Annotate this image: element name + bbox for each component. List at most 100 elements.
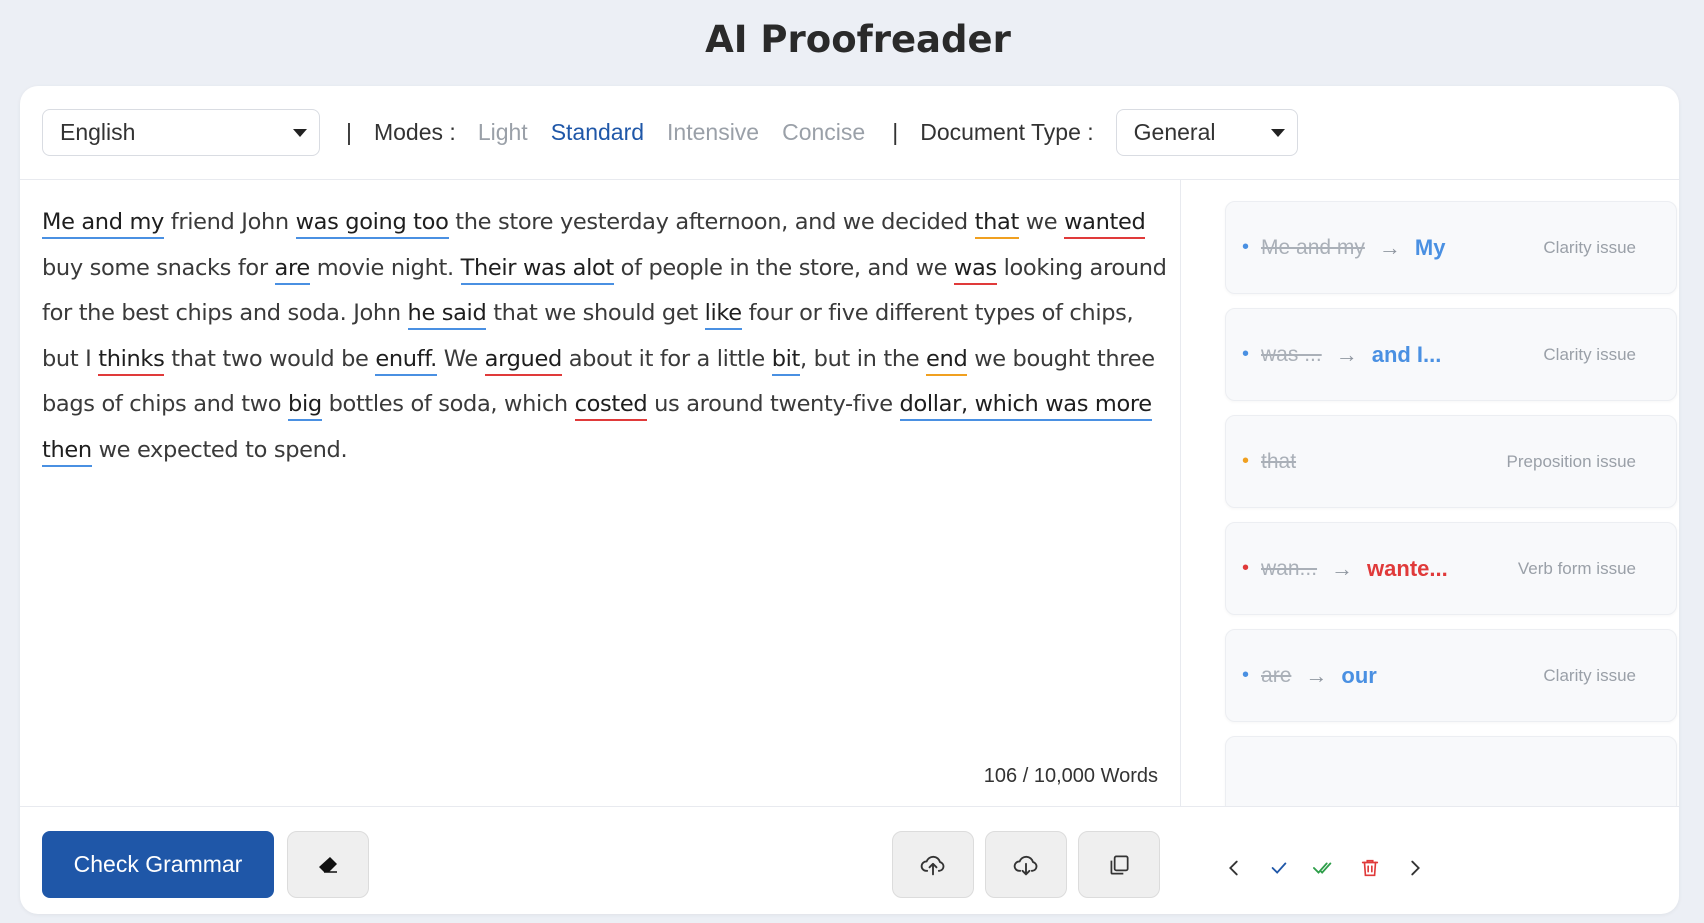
suggestion-issue-type: Clarity issue bbox=[1543, 237, 1636, 257]
mode-light[interactable]: Light bbox=[478, 119, 528, 146]
copy-icon bbox=[1110, 854, 1129, 875]
flagged-phrase[interactable]: bit bbox=[771, 345, 800, 376]
flagged-phrase[interactable]: Their was alot bbox=[460, 254, 614, 285]
chevron-down-icon bbox=[1270, 128, 1285, 137]
text-run: about it for a little bbox=[561, 345, 772, 372]
chevron-right-icon bbox=[1411, 860, 1420, 876]
text-run: that we should get bbox=[486, 300, 705, 326]
language-value: English bbox=[60, 119, 136, 145]
suggestions-panel: • Me and my → My Clarity issue • was ... → and I… bbox=[1181, 180, 1679, 806]
toolbar-separator: | bbox=[892, 119, 899, 145]
text-run: movie night. bbox=[309, 254, 461, 281]
flagged-phrase[interactable]: that bbox=[974, 209, 1019, 239]
arrow-right-icon: → bbox=[1331, 555, 1354, 581]
text-run: we expected to spend. bbox=[91, 436, 348, 463]
text-run: us around twenty-five bbox=[647, 391, 900, 417]
chevron-left-icon bbox=[1229, 860, 1238, 876]
text-run: buy some snacks for bbox=[42, 254, 275, 281]
text-run: , but in the bbox=[800, 345, 927, 372]
previous-suggestion-button[interactable] bbox=[1221, 855, 1247, 881]
suggestion-issue-type: Preposition issue bbox=[1506, 451, 1636, 471]
modes-label: Modes : bbox=[373, 119, 456, 145]
suggestion-original: was ... bbox=[1261, 342, 1322, 366]
mode-standard[interactable]: Standard bbox=[551, 119, 644, 146]
upload-button[interactable] bbox=[892, 831, 974, 898]
cloud-download-icon bbox=[1013, 855, 1038, 875]
suggestion-bullet: • bbox=[1242, 664, 1250, 686]
suggestion-bullet: • bbox=[1242, 343, 1250, 365]
text-run: We bbox=[436, 345, 485, 372]
word-count: 106 / 10,000 Words bbox=[983, 765, 1158, 787]
flagged-phrase[interactable]: was going too bbox=[295, 209, 449, 239]
download-button[interactable] bbox=[985, 831, 1067, 898]
suggestion-issue-type: Clarity issue bbox=[1543, 344, 1636, 364]
chevron-down-icon bbox=[293, 128, 307, 137]
flagged-phrase[interactable]: was bbox=[953, 254, 997, 285]
proofreader-card: English | Modes : Light Standard Intensi… bbox=[20, 86, 1679, 914]
check-grammar-button[interactable]: Check Grammar bbox=[42, 831, 274, 898]
footer-bar: Check Grammar bbox=[20, 806, 1679, 914]
text-run: the store yesterday afternoon, and we de… bbox=[448, 209, 975, 235]
arrow-right-icon: → bbox=[1335, 341, 1358, 367]
suggestion-original: are bbox=[1261, 663, 1292, 687]
page-title: AI Proofreader bbox=[705, 18, 1011, 61]
flagged-phrase[interactable]: end bbox=[926, 345, 968, 376]
suggestion-fix: and I... bbox=[1371, 341, 1442, 367]
text-run: friend John bbox=[163, 209, 296, 235]
arrow-right-icon: → bbox=[1305, 662, 1328, 688]
document-type-select[interactable]: General bbox=[1115, 109, 1298, 156]
flagged-phrase[interactable]: costed bbox=[574, 391, 648, 421]
mode-concise[interactable]: Concise bbox=[782, 119, 865, 146]
editor-panel: Me and my friend John was going too the … bbox=[20, 180, 1181, 806]
toolbar-separator: | bbox=[346, 119, 352, 145]
arrow-right-icon: → bbox=[1378, 234, 1401, 260]
suggestion-bullet: • bbox=[1242, 236, 1250, 258]
suggestion-fix: our bbox=[1341, 662, 1377, 688]
toolbar: English | Modes : Light Standard Intensi… bbox=[20, 86, 1679, 180]
check-icon bbox=[1271, 862, 1287, 874]
double-check-icon bbox=[1313, 862, 1332, 874]
text-run: that two would be bbox=[164, 345, 376, 372]
flagged-phrase[interactable]: thinks bbox=[98, 345, 165, 376]
flagged-phrase[interactable]: like bbox=[704, 300, 742, 330]
accept-suggestion-button[interactable] bbox=[1266, 855, 1292, 881]
eraser-icon bbox=[319, 856, 337, 873]
next-suggestion-button[interactable] bbox=[1402, 855, 1428, 881]
text-run: bottles of soda, which bbox=[321, 391, 575, 417]
language-select[interactable]: English bbox=[42, 109, 320, 156]
suggestion-card[interactable] bbox=[1225, 736, 1677, 806]
suggestion-card[interactable]: • was ... → and I... Clarity issue bbox=[1225, 308, 1677, 401]
flagged-phrase[interactable]: he said bbox=[407, 300, 487, 330]
suggestion-card[interactable]: • are → our Clarity issue bbox=[1225, 629, 1677, 722]
suggestion-card[interactable]: • that Preposition issue bbox=[1225, 415, 1677, 508]
text-run: of people in the store, and we bbox=[613, 254, 954, 281]
suggestion-original: wan... bbox=[1261, 556, 1318, 580]
flagged-phrase[interactable]: wanted bbox=[1064, 209, 1146, 239]
flagged-phrase[interactable]: are bbox=[274, 254, 310, 285]
editor-text[interactable]: Me and my friend John was going too the … bbox=[42, 200, 1172, 473]
document-type-label: Document Type : bbox=[920, 119, 1094, 145]
mode-intensive[interactable]: Intensive bbox=[667, 119, 759, 146]
flagged-phrase[interactable]: big bbox=[288, 391, 322, 421]
cloud-upload-icon bbox=[920, 855, 945, 875]
dismiss-suggestion-button[interactable] bbox=[1357, 855, 1383, 881]
document-type-value: General bbox=[1133, 119, 1216, 145]
suggestion-card[interactable]: • Me and my → My Clarity issue bbox=[1225, 201, 1677, 294]
copy-button[interactable] bbox=[1078, 831, 1160, 898]
suggestion-issue-type: Verb form issue bbox=[1517, 558, 1636, 578]
trash-icon bbox=[1361, 859, 1379, 877]
suggestion-fix: wante... bbox=[1367, 555, 1448, 581]
suggestion-fix: My bbox=[1414, 234, 1446, 260]
suggestion-bullet: • bbox=[1242, 557, 1250, 579]
flagged-phrase[interactable]: enuff. bbox=[375, 345, 437, 376]
suggestion-original: that bbox=[1261, 449, 1297, 473]
flagged-phrase[interactable]: Me and my bbox=[42, 209, 164, 239]
text-run: we bbox=[1018, 209, 1065, 235]
accept-all-button[interactable] bbox=[1311, 855, 1337, 881]
suggestion-issue-type: Clarity issue bbox=[1543, 665, 1636, 685]
suggestion-bullet: • bbox=[1242, 450, 1250, 472]
suggestion-card[interactable]: • wan... → wante... Verb form issue bbox=[1225, 522, 1677, 615]
clear-button[interactable] bbox=[287, 831, 369, 898]
suggestion-original: Me and my bbox=[1261, 235, 1365, 259]
flagged-phrase[interactable]: argued bbox=[484, 345, 562, 376]
